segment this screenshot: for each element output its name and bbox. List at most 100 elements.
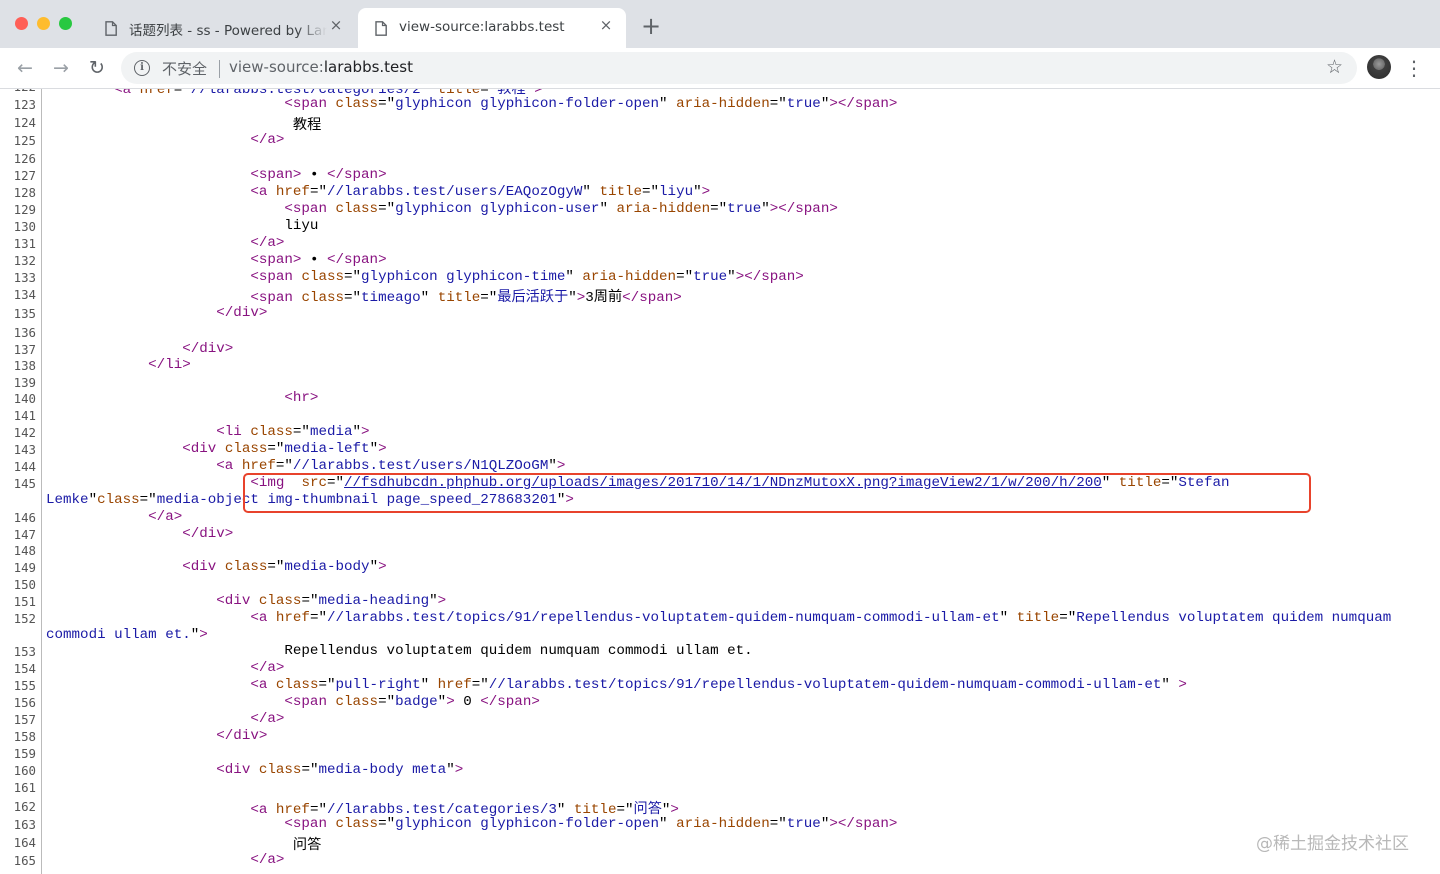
close-tab-icon[interactable]: × (328, 17, 344, 33)
source-line: <hr> (284, 390, 319, 406)
line-number: 134 (13, 287, 36, 302)
tab-title: 话题列表 - ss - Powered by Laravel (129, 23, 327, 39)
line-number: 144 (13, 459, 36, 474)
browser-toolbar: ← → ↻ i 不安全 view-source:larabbs.test ☆ (0, 48, 1440, 89)
tab-topic-list[interactable]: 话题列表 - ss - Powered by Laravel × (88, 8, 356, 48)
line-number: 152 (13, 611, 36, 626)
line-number: 147 (13, 527, 36, 542)
line-number: 159 (13, 746, 36, 761)
url-host: larabbs.test (323, 58, 413, 76)
close-tab-icon[interactable]: × (598, 17, 614, 33)
line-number: 156 (13, 695, 36, 710)
close-window-button[interactable] (15, 17, 28, 30)
line-number: 150 (13, 577, 36, 592)
line-number: 146 (13, 510, 36, 525)
source-line: </div> (216, 728, 268, 744)
line-number: 133 (13, 270, 36, 285)
source-line: <div class="media-heading"> (216, 593, 447, 609)
source-line: </a> (148, 509, 183, 525)
line-number: 137 (13, 342, 36, 357)
source-line: <div class="media-body meta"> (216, 762, 464, 778)
line-number: 155 (13, 678, 36, 693)
source-line: <a href="//larabbs.test/topics/91/repell… (250, 610, 1392, 626)
source-line: <a href="//larabbs.test/categories/3" ti… (250, 802, 679, 818)
highlight-box (243, 473, 1311, 513)
tab-view-source[interactable]: view-source:larabbs.test × (358, 8, 626, 48)
source-line: <li class="media"> (216, 424, 370, 440)
source-line: </a> (250, 660, 285, 676)
reload-icon[interactable]: ↻ (85, 56, 109, 80)
new-tab-button[interactable]: + (640, 14, 662, 38)
address-bar[interactable]: i 不安全 view-source:larabbs.test ☆ (121, 52, 1357, 84)
line-number: 128 (13, 185, 36, 200)
document-icon (105, 21, 117, 36)
url-scheme: view-source: (229, 58, 324, 76)
tab-strip: 话题列表 - ss - Powered by Laravel × view-so… (0, 0, 1440, 48)
source-line: <span> • </span> (250, 167, 387, 183)
source-line: <span class="timeago" title="最后活跃于">3周前<… (250, 290, 682, 306)
line-number: 165 (13, 853, 36, 868)
back-arrow-icon[interactable]: ← (13, 56, 37, 80)
line-number: 164 (13, 835, 36, 850)
forward-arrow-icon[interactable]: → (49, 56, 73, 80)
source-line: commodi ullam et."> (46, 627, 208, 643)
line-number: 123 (13, 97, 36, 112)
line-number: 139 (13, 375, 36, 390)
line-number: 145 (13, 476, 36, 491)
line-number: 163 (13, 817, 36, 832)
source-line: </div> (182, 341, 234, 357)
source-line: </a> (250, 132, 285, 148)
tab-title: view-source:larabbs.test (399, 19, 565, 35)
line-number: 149 (13, 560, 36, 575)
source-line: <span class="glyphicon glyphicon-folder-… (284, 96, 898, 112)
source-line: liyu (46, 218, 319, 234)
divider (219, 60, 220, 78)
line-number: 157 (13, 712, 36, 727)
source-view: 122 <a href="//larabbs.test/categories/2… (0, 89, 1440, 874)
menu-icon[interactable]: ⋮ (1404, 56, 1424, 80)
source-line: <span class="glyphicon glyphicon-time" a… (250, 269, 804, 285)
line-number: 131 (13, 236, 36, 251)
source-line: </a> (250, 711, 285, 727)
source-line: Repellendus voluptatem quidem numquam co… (46, 643, 753, 659)
source-line: </div> (182, 526, 234, 542)
line-number: 161 (13, 780, 36, 795)
line-number: 154 (13, 661, 36, 676)
line-number: 122 (0, 89, 36, 94)
line-number: 130 (13, 219, 36, 234)
url-text[interactable]: view-source:larabbs.test (229, 58, 413, 76)
line-number: 151 (13, 594, 36, 609)
source-line: </a> (250, 852, 285, 868)
zoom-window-button[interactable] (59, 17, 72, 30)
line-number: 136 (13, 325, 36, 340)
line-number-gutter-divider (41, 89, 42, 874)
profile-avatar[interactable] (1367, 55, 1391, 79)
line-number: 138 (13, 358, 36, 373)
line-number: 141 (13, 408, 36, 423)
line-number: 148 (13, 543, 36, 558)
line-number: 160 (13, 763, 36, 778)
security-label[interactable]: 不安全 (162, 58, 207, 79)
source-line: 教程 (46, 118, 322, 134)
line-number: 127 (13, 168, 36, 183)
bookmark-star-icon[interactable]: ☆ (1326, 56, 1343, 78)
line-number: 153 (13, 644, 36, 659)
source-line: 问答 (46, 838, 322, 854)
source-line: <a href="//larabbs.test/users/N1QLZOoGM"… (216, 458, 566, 474)
source-line: <span class="glyphicon glyphicon-user" a… (284, 201, 838, 217)
line-number: 135 (13, 306, 36, 321)
minimize-window-button[interactable] (37, 17, 50, 30)
source-line: <a class="pull-right" href="//larabbs.te… (250, 677, 1187, 693)
line-number: 143 (13, 442, 36, 457)
line-number: 140 (13, 391, 36, 406)
source-line: </li> (148, 357, 191, 373)
document-icon (375, 21, 387, 36)
source-line: <a href="//larabbs.test/users/EAQozOgyW"… (250, 184, 711, 200)
line-number: 129 (13, 202, 36, 217)
source-line: <span class="glyphicon glyphicon-folder-… (284, 816, 898, 832)
line-number: 162 (13, 799, 36, 814)
info-icon[interactable]: i (134, 60, 150, 76)
source-line: <span class="badge"> 0 </span> (284, 694, 540, 710)
line-number: 124 (13, 115, 36, 130)
watermark: @稀土掘金技术社区 (1256, 834, 1409, 854)
